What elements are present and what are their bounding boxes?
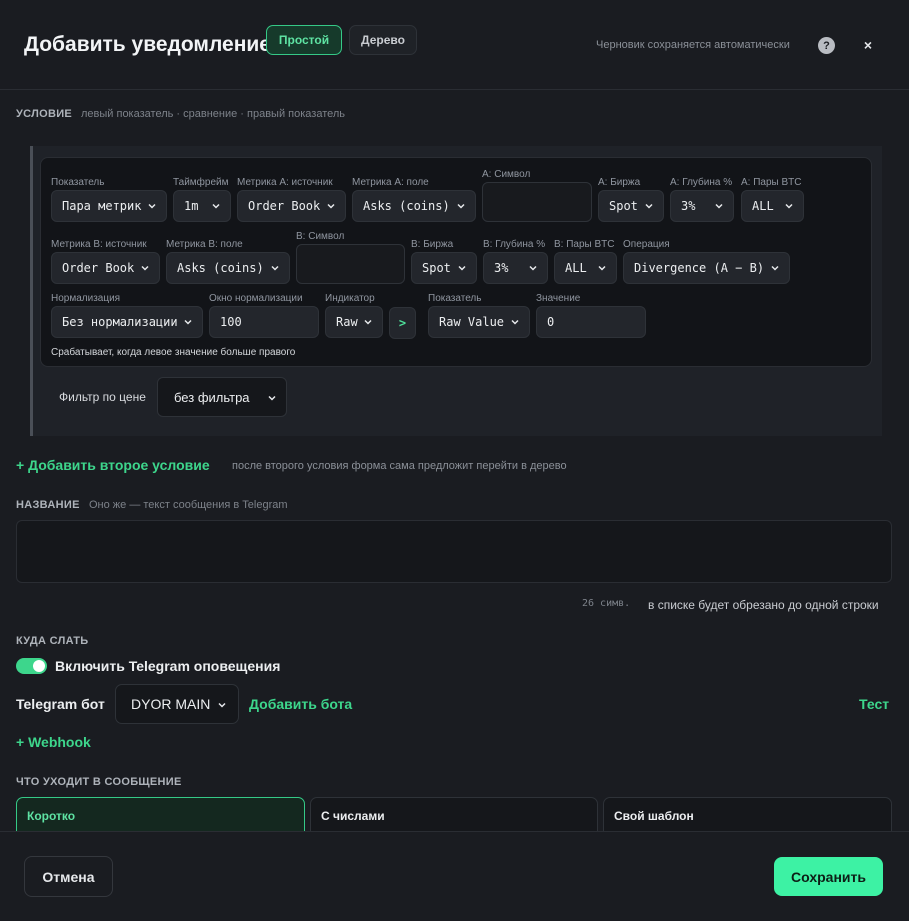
message-card-short[interactable]: Коротко: [16, 797, 305, 831]
close-icon[interactable]: ×: [860, 36, 876, 54]
add-second-condition-button[interactable]: + Добавить второе условие: [16, 457, 210, 473]
chevron-down-icon: [327, 203, 335, 209]
draft-autosave-note: Черновик сохраняется автоматически: [596, 39, 790, 51]
field-label-b-btc-pairs: B: Пары BTC: [554, 239, 615, 250]
name-textarea[interactable]: [16, 520, 892, 583]
field-label-b-exchange: B: Биржа: [411, 239, 454, 250]
indicator-type-select[interactable]: Raw: [325, 306, 383, 338]
field-label-operation: Операция: [623, 239, 670, 250]
price-filter-select[interactable]: без фильтра: [157, 377, 287, 417]
b-depth-select[interactable]: 3%: [483, 252, 548, 284]
a-symbol-input[interactable]: [482, 182, 592, 222]
destination-section-label: КУДА СЛАТЬ: [16, 635, 89, 647]
modal-title: Добавить уведомление: [24, 33, 271, 56]
chevron-down-icon: [268, 395, 276, 401]
mode-simple-button[interactable]: Простой: [266, 25, 342, 55]
message-card-with-numbers[interactable]: С числами: [310, 797, 598, 831]
chevron-down-icon: [529, 265, 537, 271]
telegram-toggle[interactable]: [16, 658, 47, 674]
field-label-metric-a-field: Метрика A: поле: [352, 177, 429, 188]
field-label-b-symbol: B: Символ: [296, 231, 345, 242]
name-section-label: НАЗВАНИЕ: [16, 499, 80, 511]
metric-a-field-select[interactable]: Asks (coins): [352, 190, 476, 222]
metric-b-field-select[interactable]: Asks (coins): [166, 252, 290, 284]
field-label-metric-a-source: Метрика A: источник: [237, 177, 333, 188]
telegram-toggle-label: Включить Telegram оповещения: [55, 658, 281, 674]
chevron-down-icon: [184, 319, 192, 325]
field-label-a-exchange: A: Биржа: [598, 177, 641, 188]
field-label-a-symbol: A: Символ: [482, 169, 531, 180]
value-input[interactable]: 0: [536, 306, 646, 338]
condition-section-label: УСЛОВИЕ: [16, 108, 73, 120]
message-section-label: ЧТО УХОДИТ В СООБЩЕНИЕ: [16, 776, 182, 788]
help-icon[interactable]: ?: [818, 37, 835, 54]
field-label-metric-b-field: Метрика B: поле: [166, 239, 243, 250]
field-label-value: Значение: [536, 293, 581, 304]
modal-header: Добавить уведомление Простой Дерево Черн…: [0, 0, 909, 90]
b-symbol-input[interactable]: [296, 244, 405, 284]
field-label-a-depth: A: Глубина %: [670, 177, 733, 188]
a-exchange-select[interactable]: Spot: [598, 190, 664, 222]
condition-hint: Срабатывает, когда левое значение больше…: [51, 347, 296, 358]
add-condition-hint: после второго условия форма сама предлож…: [232, 460, 567, 472]
char-count: 26 симв.: [582, 598, 631, 609]
comparator-button[interactable]: >: [389, 307, 416, 339]
field-label-normalization-window: Окно нормализации: [209, 293, 303, 304]
b-exchange-select[interactable]: Spot: [411, 252, 477, 284]
chevron-down-icon: [771, 265, 779, 271]
field-label-metric-b-source: Метрика B: источник: [51, 239, 147, 250]
field-label-indicator: Показатель: [51, 177, 105, 188]
chevron-down-icon: [715, 203, 723, 209]
save-button[interactable]: Сохранить: [774, 857, 883, 896]
metric-b-source-select[interactable]: Order Book: [51, 252, 160, 284]
chevron-down-icon: [218, 702, 226, 708]
add-bot-link[interactable]: Добавить бота: [249, 696, 352, 712]
normalization-select[interactable]: Без нормализации: [51, 306, 203, 338]
field-label-timeframe: Таймфрейм: [173, 177, 229, 188]
chevron-down-icon: [148, 203, 156, 209]
right-indicator-select[interactable]: Raw Value: [428, 306, 530, 338]
add-alert-modal: Добавить уведомление Простой Дерево Черн…: [0, 0, 909, 921]
message-card-custom-template[interactable]: Свой шаблон: [603, 797, 892, 831]
chevron-down-icon: [511, 319, 519, 325]
chevron-down-icon: [785, 203, 793, 209]
chevron-down-icon: [141, 265, 149, 271]
chevron-down-icon: [212, 203, 220, 209]
chevron-down-icon: [457, 203, 465, 209]
metric-a-source-select[interactable]: Order Book: [237, 190, 346, 222]
chevron-down-icon: [271, 265, 279, 271]
field-label-indicator-type: Индикатор: [325, 293, 375, 304]
cancel-button[interactable]: Отмена: [24, 856, 113, 897]
test-button[interactable]: Тест: [859, 696, 889, 712]
modal-footer: Отмена Сохранить: [0, 831, 909, 921]
a-depth-select[interactable]: 3%: [670, 190, 734, 222]
price-filter-label: Фильтр по цене: [59, 390, 146, 404]
chevron-down-icon: [458, 265, 466, 271]
a-btc-pairs-select[interactable]: ALL: [741, 190, 804, 222]
char-hint: в списке будет обрезано до одной строки: [648, 598, 879, 612]
modal-body[interactable]: УСЛОВИЕ левый показатель · сравнение · п…: [0, 90, 909, 831]
add-webhook-button[interactable]: + Webhook: [16, 734, 91, 750]
telegram-bot-select[interactable]: DYOR MAIN: [115, 684, 239, 724]
normalization-window-input[interactable]: 100: [209, 306, 319, 338]
b-btc-pairs-select[interactable]: ALL: [554, 252, 617, 284]
chevron-down-icon: [598, 265, 606, 271]
condition-section-sub: левый показатель · сравнение · правый по…: [81, 108, 346, 120]
telegram-bot-label: Telegram бот: [16, 696, 105, 712]
field-label-b-depth: B: Глубина %: [483, 239, 546, 250]
indicator-select[interactable]: Пара метрик: [51, 190, 167, 222]
chevron-down-icon: [364, 319, 372, 325]
timeframe-select[interactable]: 1m: [173, 190, 231, 222]
operation-select[interactable]: Divergence (A − B): [623, 252, 790, 284]
field-label-normalization: Нормализация: [51, 293, 121, 304]
field-label-a-btc-pairs: A: Пары BTC: [741, 177, 802, 188]
field-label-right-indicator: Показатель: [428, 293, 482, 304]
mode-tree-button[interactable]: Дерево: [349, 25, 417, 55]
chevron-down-icon: [645, 203, 653, 209]
name-section-sub: Оно же — текст сообщения в Telegram: [89, 499, 288, 511]
